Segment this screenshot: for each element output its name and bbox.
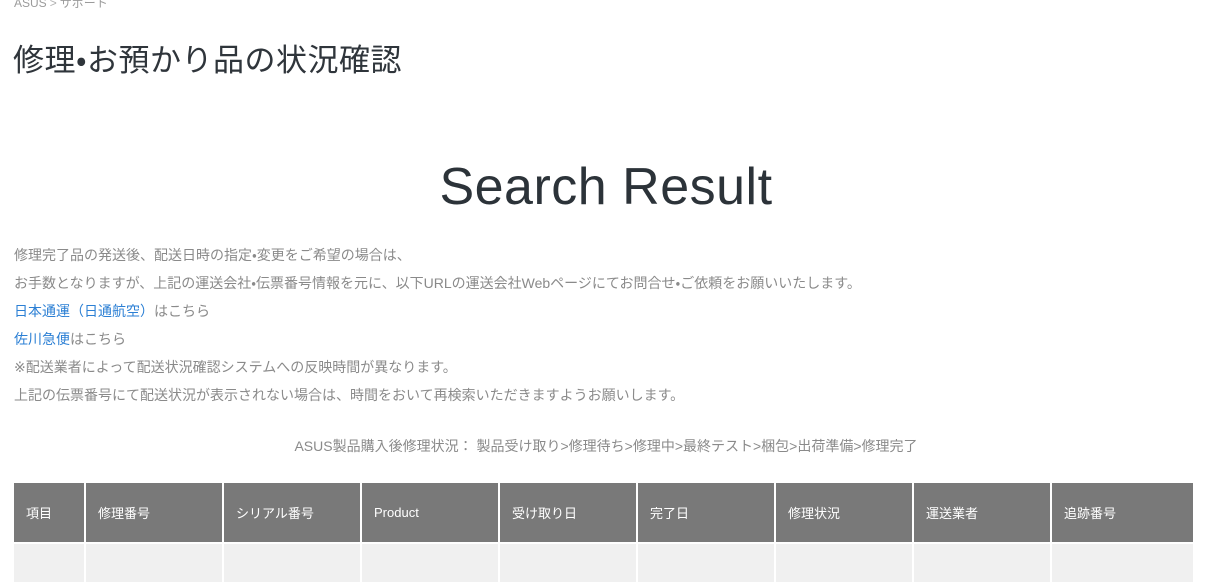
page-title: 修理・お預かり品の状況確認 [13, 43, 403, 78]
notice-line-1: 修理完了品の発送後、配送日時の指定・変更をご希望の場合は、 [14, 247, 411, 263]
breadcrumb-item-asus[interactable]: ASUS [14, 0, 47, 10]
table-cell [14, 544, 86, 582]
notice-line-2: お手数となりますが、上記の運送会社・伝票番号情報を元に、以下URLの運送会社We… [14, 275, 861, 291]
notice-line-4: 上記の伝票番号にて配送状況が表示されない場合は、時間をおいて再検索いただきますよ… [14, 387, 685, 403]
link-nittsu-suffix: はこちら [154, 303, 210, 319]
table-cell [776, 544, 914, 582]
search-result-heading: Search Result [439, 158, 773, 216]
table-cell [914, 544, 1052, 582]
breadcrumb-item-support[interactable]: サポート [60, 0, 108, 10]
result-table-container: 項目 修理番号 シリアル番号 Product 受け取り日 完了日 修理状況 運送業者 追跡番号 [14, 483, 1193, 582]
column-header-1: 修理番号 [86, 483, 224, 544]
link-nittsu[interactable]: 日本通運（日通航空） [14, 303, 154, 319]
table-cell [362, 544, 500, 582]
column-header-2: シリアル番号 [224, 483, 362, 544]
table-header-row: 項目 修理番号 シリアル番号 Product 受け取り日 完了日 修理状況 運送業者 追跡番号 [14, 483, 1193, 544]
notice-block: 修理完了品の発送後、配送日時の指定・変更をご希望の場合は、 お手数となりますが、… [14, 241, 1194, 409]
result-table-head: 項目 修理番号 シリアル番号 Product 受け取り日 完了日 修理状況 運送業者 追跡番号 [14, 483, 1193, 544]
column-header-8: 追跡番号 [1052, 483, 1193, 544]
table-cell [638, 544, 776, 582]
column-header-5: 完了日 [638, 483, 776, 544]
column-header-7: 運送業者 [914, 483, 1052, 544]
result-table-body [14, 544, 1193, 582]
notice-line-nittsu: 日本通運（日通航空）はこちら [14, 297, 1194, 325]
notice-line-sagawa: 佐川急便はこちら [14, 325, 1194, 353]
link-sagawa-suffix: はこちら [70, 331, 126, 347]
table-cell [1052, 544, 1193, 582]
table-cell [500, 544, 638, 582]
result-table: 項目 修理番号 シリアル番号 Product 受け取り日 完了日 修理状況 運送業者 追跡番号 [14, 483, 1193, 582]
column-header-0: 項目 [14, 483, 86, 544]
column-header-3: Product [362, 483, 500, 544]
notice-line-3: ※配送業者によって配送状況確認システムへの反映時間が異なります。 [14, 359, 457, 375]
table-row [14, 544, 1193, 582]
table-cell [86, 544, 224, 582]
table-cell [224, 544, 362, 582]
column-header-4: 受け取り日 [500, 483, 638, 544]
link-sagawa[interactable]: 佐川急便 [14, 331, 70, 347]
breadcrumb-separator: > [49, 0, 57, 10]
breadcrumb: ASUS > サポート [14, 0, 108, 11]
repair-status-flow: ASUS製品購入後修理状況： 製品受け取り>修理待ち>修理中>最終テスト>梱包>… [294, 438, 918, 454]
page-root: ASUS > サポート 修理・お預かり品の状況確認 Search Result 修理… [0, 0, 1228, 582]
column-header-6: 修理状況 [776, 483, 914, 544]
